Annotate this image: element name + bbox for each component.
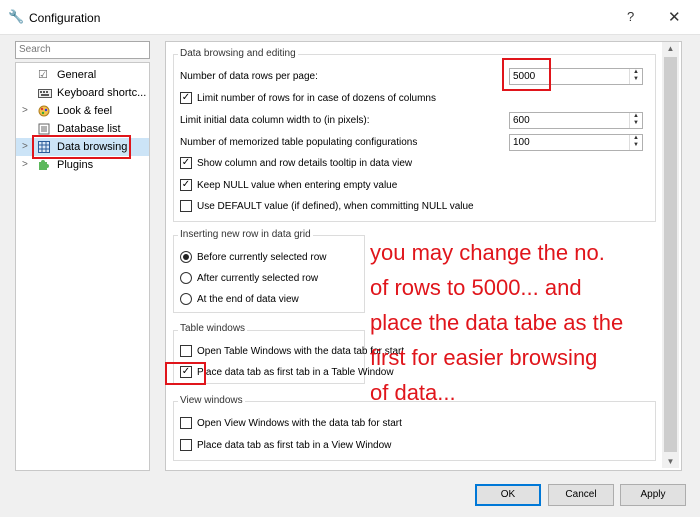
end-of-view-label: At the end of data view xyxy=(197,294,299,305)
help-button[interactable]: ? xyxy=(627,9,634,24)
puzzle-icon xyxy=(38,159,50,171)
open-view-data-tab-checkbox[interactable] xyxy=(180,417,192,429)
annotation-line: place the data tabe as the xyxy=(370,310,624,335)
limit-rows-checkbox[interactable]: ✓ xyxy=(180,92,192,104)
end-of-view-radio[interactable] xyxy=(180,293,192,305)
group-view-windows xyxy=(173,401,656,461)
memorized-configs-label: Number of memorized table populating con… xyxy=(180,137,418,148)
spinner-arrows-icon[interactable]: ▲ ▼ xyxy=(629,135,642,150)
paint-icon xyxy=(38,105,50,117)
search-input[interactable]: Search xyxy=(15,41,150,59)
ok-button[interactable]: OK xyxy=(475,484,541,506)
tooltip-label: Show column and row details tooltip in d… xyxy=(197,158,413,169)
highlight-rows-per-page xyxy=(502,58,551,91)
highlight-data-browsing xyxy=(32,135,131,159)
scroll-down-icon[interactable]: ▼ xyxy=(662,455,679,469)
keep-null-checkbox[interactable]: ✓ xyxy=(180,179,192,191)
checkmark-icon: ☑ xyxy=(38,69,48,81)
tree-item-general[interactable]: ☑ General xyxy=(16,66,149,84)
apply-button[interactable]: Apply xyxy=(620,484,686,506)
place-view-data-tab-first-label: Place data tab as first tab in a View Wi… xyxy=(197,440,392,451)
column-width-spinner[interactable]: 600 ▲ ▼ xyxy=(509,112,643,129)
after-row-label: After currently selected row xyxy=(197,273,319,284)
title-bar: 🔧 Configuration ? ✕ xyxy=(0,0,700,35)
annotation-line: you may change the no. xyxy=(370,240,605,265)
wrench-icon: 🔧 xyxy=(8,9,25,24)
scrollbar-thumb[interactable] xyxy=(664,57,677,452)
close-button[interactable]: ✕ xyxy=(668,8,681,26)
expand-chevron-icon[interactable]: > xyxy=(22,141,28,152)
place-table-data-tab-first-label: Place data tab as first tab in a Table W… xyxy=(197,367,394,378)
place-view-data-tab-first-checkbox[interactable] xyxy=(180,439,192,451)
annotation-line: of rows to 5000... and xyxy=(370,275,582,300)
tree-item-keyboard-shortcuts[interactable]: Keyboard shortc... xyxy=(16,84,149,102)
database-list-icon xyxy=(38,123,50,135)
memorized-configs-spinner[interactable]: 100 ▲ ▼ xyxy=(509,134,643,151)
group-title: View windows xyxy=(178,395,245,406)
rows-per-page-label: Number of data rows per page: xyxy=(180,71,318,82)
config-tree: ☑ General Keyboard shortc... > Look & fe… xyxy=(15,62,150,471)
tooltip-checkbox[interactable]: ✓ xyxy=(180,157,192,169)
column-width-label: Limit initial data column width to (in p… xyxy=(180,115,370,126)
open-view-data-tab-label: Open View Windows with the data tab for … xyxy=(197,418,402,429)
spinner-arrows-icon[interactable]: ▲ ▼ xyxy=(629,69,642,84)
before-row-radio[interactable] xyxy=(180,251,192,263)
search-placeholder: Search xyxy=(19,44,51,55)
annotation-line: first for easier browsing xyxy=(370,345,598,370)
annotation-line: of data... xyxy=(370,380,456,405)
scroll-up-icon[interactable]: ▲ xyxy=(662,42,679,56)
use-default-checkbox[interactable] xyxy=(180,200,192,212)
use-default-label: Use DEFAULT value (if defined), when com… xyxy=(197,201,474,212)
open-table-data-tab-checkbox[interactable] xyxy=(180,345,192,357)
after-row-radio[interactable] xyxy=(180,272,192,284)
window-title: Configuration xyxy=(29,11,101,25)
group-title: Data browsing and editing xyxy=(178,48,298,59)
before-row-label: Before currently selected row xyxy=(197,252,327,263)
limit-rows-label: Limit number of rows for in case of doze… xyxy=(197,93,436,104)
expand-chevron-icon[interactable]: > xyxy=(22,159,28,170)
expand-chevron-icon[interactable]: > xyxy=(22,105,28,116)
cancel-button[interactable]: Cancel xyxy=(548,484,614,506)
tree-item-look-and-feel[interactable]: > Look & feel xyxy=(16,102,149,120)
group-title: Table windows xyxy=(178,323,248,334)
keyboard-icon xyxy=(38,87,52,99)
highlight-place-data-tab xyxy=(165,362,206,385)
group-title: Inserting new row in data grid xyxy=(178,229,313,240)
spinner-arrows-icon[interactable]: ▲ ▼ xyxy=(629,113,642,128)
keep-null-label: Keep NULL value when entering empty valu… xyxy=(197,180,398,191)
